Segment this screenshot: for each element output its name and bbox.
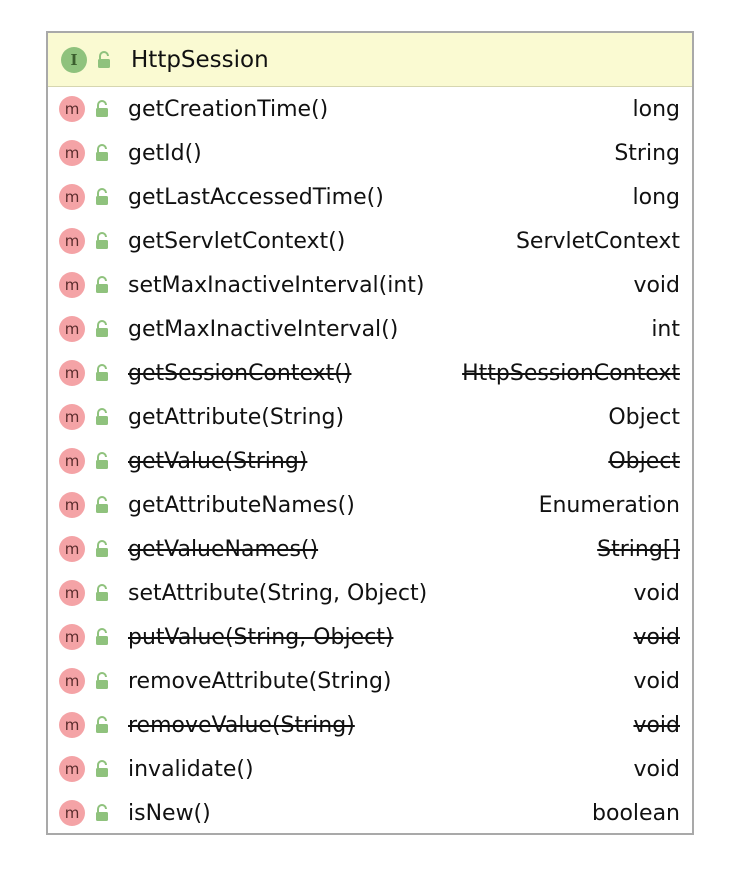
method-signature: invalidate() [128, 756, 254, 782]
method-signature: removeAttribute(String) [128, 668, 392, 694]
return-type: void [633, 272, 680, 298]
public-lock-icon [94, 627, 110, 647]
method-row[interactable]: m putValue(String, Object) void [48, 615, 692, 659]
public-lock-icon [94, 803, 110, 823]
method-icon: m [59, 184, 85, 210]
method-row[interactable]: m getValueNames() String[] [48, 527, 692, 571]
public-lock-icon [96, 50, 112, 70]
public-lock-icon [94, 407, 110, 427]
method-icon: m [59, 448, 85, 474]
method-row[interactable]: m getLastAccessedTime() long [48, 175, 692, 219]
method-list: m getCreationTime() long m getId() String m get… [48, 87, 692, 835]
public-lock-icon [94, 715, 110, 735]
public-lock-icon [94, 187, 110, 207]
public-lock-icon [94, 451, 110, 471]
interface-icon: I [61, 46, 87, 73]
return-type: Object [608, 448, 680, 474]
method-signature: getValue(String) [128, 448, 308, 474]
method-row[interactable]: m removeValue(String) void [48, 703, 692, 747]
public-lock-icon [94, 231, 110, 251]
method-row[interactable]: m setMaxInactiveInterval(int) void [48, 263, 692, 307]
method-row[interactable]: m getAttribute(String) Object [48, 395, 692, 439]
return-type: long [632, 96, 680, 122]
method-row[interactable]: m getMaxInactiveInterval() int [48, 307, 692, 351]
return-type: void [633, 624, 680, 650]
public-lock-icon [94, 671, 110, 691]
method-icon: m [59, 272, 85, 298]
method-signature: getValueNames() [128, 536, 319, 562]
method-icon: m [59, 756, 85, 782]
public-lock-icon [94, 99, 110, 119]
method-signature: getMaxInactiveInterval() [128, 316, 399, 342]
return-type: long [632, 184, 680, 210]
public-lock-icon [94, 363, 110, 383]
return-type: Enumeration [538, 492, 680, 518]
return-type: String [614, 140, 680, 166]
return-type: void [633, 712, 680, 738]
return-type: void [633, 580, 680, 606]
method-icon: m [59, 316, 85, 342]
public-lock-icon [94, 275, 110, 295]
method-icon: m [59, 404, 85, 430]
method-signature: getCreationTime() [128, 96, 329, 122]
method-signature: getSessionContext() [128, 360, 352, 386]
method-signature: getAttribute(String) [128, 404, 345, 430]
method-icon: m [59, 624, 85, 650]
method-row[interactable]: m setAttribute(String, Object) void [48, 571, 692, 615]
method-icon: m [59, 140, 85, 166]
method-row[interactable]: m getAttributeNames() Enumeration [48, 483, 692, 527]
method-icon: m [59, 668, 85, 694]
method-row[interactable]: m invalidate() void [48, 747, 692, 791]
method-row[interactable]: m getSessionContext() HttpSessionContext [48, 351, 692, 395]
return-type: int [651, 316, 680, 342]
method-row[interactable]: m removeAttribute(String) void [48, 659, 692, 703]
interface-header[interactable]: I HttpSession [48, 33, 692, 87]
method-row[interactable]: m isNew() boolean [48, 791, 692, 835]
return-type: void [633, 668, 680, 694]
public-lock-icon [94, 539, 110, 559]
public-lock-icon [94, 143, 110, 163]
method-icon: m [59, 228, 85, 254]
method-signature: removeValue(String) [128, 712, 355, 738]
class-diagram-panel: I HttpSession m getCreationTime() long m get… [46, 31, 694, 835]
method-icon: m [59, 536, 85, 562]
method-row[interactable]: m getId() String [48, 131, 692, 175]
method-signature: getId() [128, 140, 202, 166]
return-type: String[] [597, 536, 680, 562]
method-row[interactable]: m getValue(String) Object [48, 439, 692, 483]
method-icon: m [59, 492, 85, 518]
method-icon: m [59, 360, 85, 386]
method-icon: m [59, 96, 85, 122]
return-type: Object [608, 404, 680, 430]
method-signature: putValue(String, Object) [128, 624, 394, 650]
return-type: boolean [592, 800, 680, 826]
return-type: ServletContext [515, 228, 680, 254]
method-signature: getLastAccessedTime() [128, 184, 384, 210]
public-lock-icon [94, 495, 110, 515]
method-icon: m [59, 712, 85, 738]
public-lock-icon [94, 319, 110, 339]
public-lock-icon [94, 759, 110, 779]
method-row[interactable]: m getServletContext() ServletContext [48, 219, 692, 263]
return-type: void [633, 756, 680, 782]
method-signature: setAttribute(String, Object) [128, 580, 428, 606]
interface-name: HttpSession [131, 46, 269, 73]
method-signature: isNew() [128, 800, 211, 826]
method-signature: getServletContext() [128, 228, 346, 254]
method-icon: m [59, 580, 85, 606]
method-icon: m [59, 800, 85, 826]
method-signature: getAttributeNames() [128, 492, 355, 518]
return-type: HttpSessionContext [462, 360, 680, 386]
public-lock-icon [94, 583, 110, 603]
method-row[interactable]: m getCreationTime() long [48, 87, 692, 131]
method-signature: setMaxInactiveInterval(int) [128, 272, 425, 298]
